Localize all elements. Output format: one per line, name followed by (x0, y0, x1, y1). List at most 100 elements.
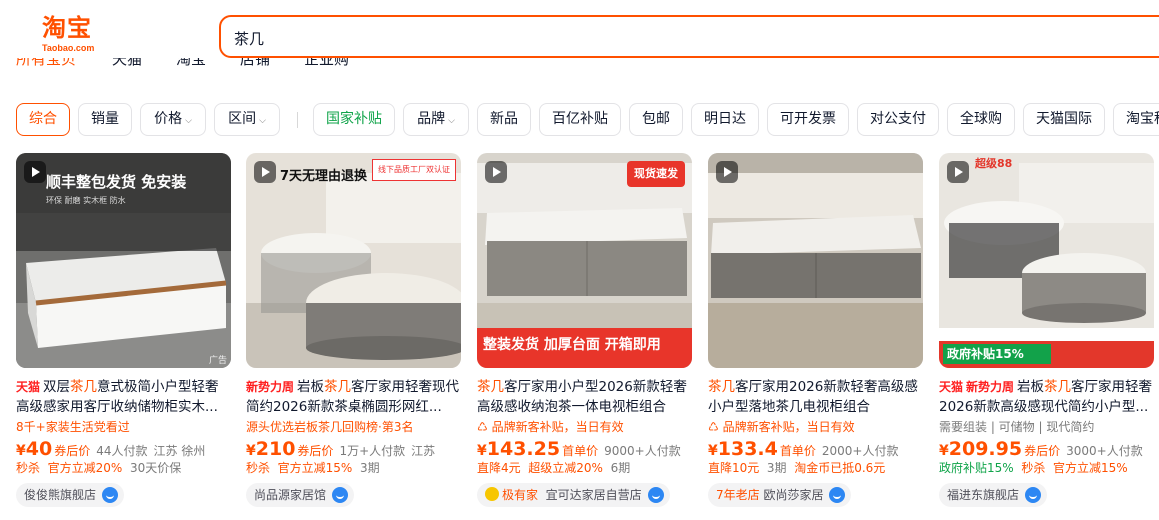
filter-global[interactable]: 全球购 (947, 103, 1015, 136)
store-link[interactable]: 尚品源家居馆 (246, 483, 355, 507)
wangwang-chat-icon[interactable] (829, 487, 846, 503)
price: 133.4 (717, 438, 778, 460)
product-title[interactable]: 茶几客厅家用小户型2026新款轻奢高级感收纳泡茶一体电视柜组合 (477, 377, 692, 417)
filter-label: 淘宝秒 (1126, 111, 1159, 127)
sold-count: 1万+人付款 (339, 444, 406, 458)
wangwang-chat-icon[interactable] (1025, 487, 1042, 503)
image-badge: 现货速发 (627, 161, 685, 187)
product-subline: ♺ 品牌新客补贴，当日有效 (477, 419, 692, 435)
tmall-tag: 天猫 (16, 380, 41, 394)
filter-new[interactable]: 新品 (477, 103, 531, 136)
title-part: 客厅家用小户型2026新款轻奢高级感收纳泡茶一体电视柜组合 (477, 379, 687, 415)
divider (297, 112, 298, 128)
store-link[interactable]: 俊俊熊旗舰店 (16, 483, 125, 507)
filter-comprehensive[interactable]: 综合 (16, 103, 70, 136)
filter-national-subsidy[interactable]: 国家补贴 (313, 103, 395, 136)
tmall-tag: 天猫 (939, 380, 964, 394)
promo-tag: 政府补贴15% (939, 461, 1014, 475)
product-title[interactable]: 新势力周 岩板茶几客厅家用轻奢现代简约2026新款茶桌椭圆形网红... (246, 377, 461, 417)
product-image[interactable]: 现货速发 整装发货 加厚台面 开箱即用 (477, 153, 692, 368)
product-image[interactable]: 超级88 政府补贴15% (939, 153, 1154, 368)
title-keyword: 茶几 (70, 379, 98, 395)
filter-price[interactable]: 价格 ⌵ (140, 103, 206, 136)
promo-tag: 秒杀 (1021, 461, 1046, 475)
promo-row: 秒杀 官方立减20% 30天价保 (16, 460, 231, 476)
title-part: 岩板 (1017, 379, 1045, 395)
filter-label: 全球购 (960, 111, 1002, 127)
filter-taobao-flash[interactable]: 淘宝秒 (1113, 103, 1159, 136)
wangwang-chat-icon[interactable] (102, 487, 119, 503)
product-title[interactable]: 天猫 双层茶几意式极简小户型轻奢高级感家用客厅收纳储物柜实木... (16, 377, 231, 417)
image-banner-text: 整装发货 加厚台面 开箱即用 (483, 337, 661, 353)
video-play-icon[interactable] (254, 161, 276, 183)
price-label: 首单价 (779, 444, 816, 458)
filter-tmall-intl[interactable]: 天猫国际 (1023, 103, 1105, 136)
promo-tag: 6期 (610, 461, 631, 475)
tab-all[interactable]: 所有宝贝 (16, 58, 76, 70)
store-name: 宜可达家居自营店 (545, 488, 642, 502)
tab-tmall[interactable]: 天猫 (112, 58, 142, 70)
filter-free-shipping[interactable]: 包邮 (629, 103, 683, 136)
filter-label: 国家补贴 (326, 111, 382, 127)
filter-bar: 综合 销量 价格 ⌵ 区间 ⌵ 国家补贴 品牌 ⌵ 新品 百亿补贴 包邮 明日达 可开… (0, 103, 1159, 136)
filter-10b-subsidy[interactable]: 百亿补贴 (539, 103, 621, 136)
product-image[interactable]: 7天无理由退换 线下品质工厂双认证 (246, 153, 461, 368)
product-card[interactable]: 现货速发 整装发货 加厚台面 开箱即用 茶几客厅家用小户型2026新款轻奢高级感… (477, 153, 692, 513)
currency-symbol: ¥ (708, 443, 718, 459)
video-play-icon[interactable] (24, 161, 46, 183)
promo-tag: 官方立减15% (277, 461, 353, 475)
video-play-icon[interactable] (485, 161, 507, 183)
product-card[interactable]: 茶几客厅家用2026新款轻奢高级感小户型落地茶几电视柜组合 ♺ 品牌新客补贴，当… (708, 153, 923, 513)
product-image[interactable] (708, 153, 923, 368)
tab-enterprise[interactable]: 企业购 (304, 58, 349, 70)
product-subline[interactable]: 源头优选岩板茶几回购榜·第3名 (246, 419, 461, 435)
product-card[interactable]: 7天无理由退换 线下品质工厂双认证 新势力周 岩板茶几客厅家用轻奢现代简约2026… (246, 153, 461, 513)
result-tabs: 所有宝贝 天猫 淘宝 店铺 企业购 (0, 58, 1159, 80)
filter-label: 销量 (91, 111, 119, 127)
filter-corporate-pay[interactable]: 对公支付 (857, 103, 939, 136)
chevron-down-icon: ⌵ (259, 116, 266, 126)
filter-range[interactable]: 区间 ⌵ (214, 103, 280, 136)
title-part: 客厅家用2026新款轻奢高级感小户型落地茶几电视柜组合 (708, 379, 918, 415)
video-play-icon[interactable] (716, 161, 738, 183)
tab-taobao[interactable]: 淘宝 (176, 58, 206, 70)
filter-label: 区间 (228, 111, 257, 127)
filter-brand[interactable]: 品牌 ⌵ (403, 103, 469, 136)
search-input[interactable]: 茶几 (234, 28, 264, 49)
product-card[interactable]: 顺丰整包发货 免安装 环保 耐磨 实木框 防水 广告 天猫 双层茶几意式极简小户型… (16, 153, 231, 513)
filter-label: 品牌 (417, 111, 446, 127)
search-box[interactable]: 茶几 (219, 15, 1159, 58)
promo-tag: 3期 (766, 461, 787, 475)
video-play-icon[interactable] (947, 161, 969, 183)
image-banner-text: 7天无理由退换 (280, 169, 368, 184)
filter-label: 对公支付 (870, 111, 926, 127)
promo-tag: 官方立减20% (47, 461, 123, 475)
title-part: 岩板 (297, 379, 325, 395)
location: 江苏 徐州 (153, 444, 206, 458)
product-title[interactable]: 天猫 新势力周 岩板茶几客厅家用轻奢2026新款高级感现代简约小户型... (939, 377, 1154, 417)
new-force-tag: 新势力周 (966, 380, 1015, 394)
wangwang-chat-icon[interactable] (647, 487, 664, 503)
product-title[interactable]: 茶几客厅家用2026新款轻奢高级感小户型落地茶几电视柜组合 (708, 377, 923, 417)
store-link[interactable]: 7年老店 欧尚莎家居 (708, 483, 852, 507)
currency-symbol: ¥ (939, 443, 949, 459)
filter-next-day[interactable]: 明日达 (691, 103, 759, 136)
coffee-table-photo (939, 153, 1154, 368)
taobao-logo[interactable]: 淘宝 Taobao.com (42, 14, 112, 58)
product-image[interactable]: 顺丰整包发货 免安装 环保 耐磨 实木框 防水 广告 (16, 153, 231, 368)
tab-shops[interactable]: 店铺 (240, 58, 270, 70)
store-link[interactable]: 福进东旗舰店 (939, 483, 1048, 507)
promo-tag: 超级立减20% (528, 461, 603, 475)
promo-row: 直降10元 3期 淘金币已抵0.6元 (708, 460, 923, 476)
promo-row: 直降4元 超级立减20% 6期 (477, 460, 692, 476)
image-subsidy-badge: 政府补贴15% (943, 344, 1051, 364)
subsidy-text: 品牌新客补贴，当日有效 (722, 420, 855, 434)
filter-sales[interactable]: 销量 (78, 103, 132, 136)
promo-row: 秒杀 官方立减15% 3期 (246, 460, 461, 476)
filter-invoice[interactable]: 可开发票 (767, 103, 849, 136)
subsidy-icon: ♺ (708, 420, 723, 434)
wangwang-chat-icon[interactable] (332, 487, 349, 503)
store-link[interactable]: 极有家 宜可达家居自营店 (477, 483, 670, 507)
store-name: 福进东旗舰店 (947, 488, 1020, 502)
product-card[interactable]: 超级88 政府补贴15% 天猫 新势力周 岩板茶几客厅家用轻奢2026新款高级感现代… (939, 153, 1154, 513)
